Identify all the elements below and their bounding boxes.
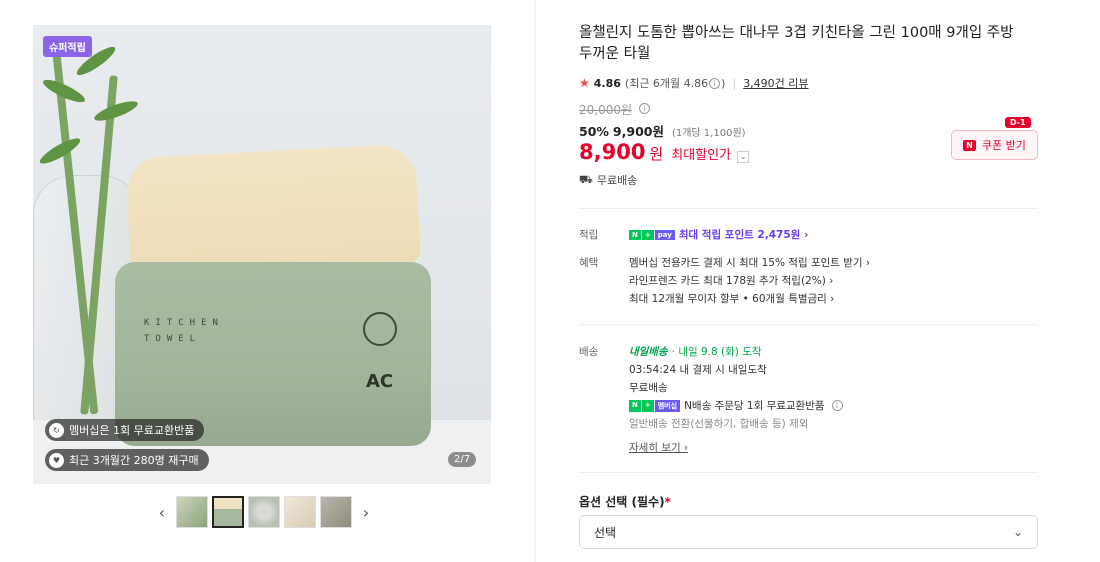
thumbnail[interactable] <box>320 496 352 528</box>
final-price-label[interactable]: 최대할인가 <box>671 144 731 163</box>
original-price-text: 20,000원 <box>579 103 633 117</box>
final-price: 8,900 <box>579 140 646 164</box>
points-row[interactable]: N + pay 최대 적립 포인트 2,475원 › <box>629 227 808 242</box>
chevron-down-icon: ⌄ <box>1012 525 1023 539</box>
n-exchange-row: N + 멤버십 N배송 주문당 1회 무료교환반품 i <box>629 398 843 413</box>
shipping-fee-text: 무료배송 <box>629 382 668 394</box>
shipping-eta-row: 내일배송 · 내일 9.8 (화) 도착 <box>629 344 762 359</box>
bamboo-leaf <box>92 97 140 125</box>
free-shipping-text: 무료배송 <box>596 174 638 187</box>
exchange-icon: ↻ <box>49 422 64 438</box>
image-counter: 2/7 <box>448 452 477 467</box>
perks-label: 혜택 <box>579 257 599 269</box>
perk-row-3[interactable]: 최대 12개월 무이자 할부 • 60개월 특별금리 › <box>629 291 834 306</box>
max-points-link[interactable]: 최대 적립 포인트 2,475원 › <box>679 227 808 242</box>
exchange-pill-text: 멤버십은 1회 무료교환반품 <box>69 424 195 437</box>
discount-rate: 50% <box>579 124 609 139</box>
free-shipping-summary: ⛟ 무료배송 <box>579 172 637 188</box>
star-icon: ★ <box>579 76 590 90</box>
product-title: 올챌린지 도톰한 뽑아쓰는 대나무 3겹 키친타올 그린 100매 9개입 주방… <box>579 25 1014 62</box>
thumbnail[interactable] <box>284 496 316 528</box>
repurchase-icon: ♥ <box>49 452 64 468</box>
sale-price-row: 50% 9,900원 (1개당 1,100원) <box>579 121 746 140</box>
coupon-button[interactable]: N 쿠폰 받기 <box>951 130 1038 160</box>
naver-n-icon: N <box>963 139 976 151</box>
perk-3-text: 최대 12개월 무이자 할부 • 60개월 특별금리 › <box>629 293 835 305</box>
prev-arrow-icon[interactable]: ‹ <box>152 496 172 528</box>
repurchase-pill-text: 최근 3개월간 280명 재구매 <box>69 454 199 467</box>
exchange-pill: ↻ 멤버십은 1회 무료교환반품 <box>45 419 205 441</box>
rating-recent: (최근 6개월 4.86 <box>624 77 709 90</box>
info-icon[interactable]: i <box>831 400 843 411</box>
divider <box>579 208 1038 209</box>
points-label: 적립 <box>579 229 599 241</box>
shipping-label: 배송 <box>579 346 599 358</box>
repurchase-pill: ♥ 최근 3개월간 280명 재구매 <box>45 449 209 471</box>
info-icon[interactable]: i <box>709 77 721 89</box>
option-select[interactable]: 선택 ⌄ <box>579 515 1038 549</box>
more-details-link[interactable]: 자세히 보기 › <box>629 440 688 455</box>
shipping-more[interactable]: 자세히 보기 › <box>629 440 688 455</box>
thumbnail[interactable] <box>248 496 280 528</box>
thumbnail-video[interactable] <box>176 496 208 528</box>
rating-value: 4.86 <box>593 76 621 90</box>
normal-shipping-note: 일반배송 전환(선물하기, 합배송 등) 제외 <box>629 416 808 431</box>
shipping-countdown: 03:54:24 내 결제 시 내일도착 <box>629 362 767 377</box>
truck-icon: ⛟ <box>579 172 593 186</box>
brand-logo: AC <box>366 371 394 392</box>
n-exchange-text: N배송 주문당 1회 무료교환반품 <box>684 400 825 412</box>
perk-row-2[interactable]: 라인프렌즈 카드 최대 178원 추가 적립(2%) › <box>629 273 833 288</box>
price-info-icon[interactable]: i <box>639 103 650 114</box>
rating-row: ★ 4.86 (최근 6개월 4.86 i ) | 3,490건 리뷰 <box>579 75 809 91</box>
original-price: 20,000원 <box>579 101 632 118</box>
chevron-down-icon[interactable]: ⌄ <box>737 150 750 163</box>
product-main-image[interactable]: KITCHEN TOWEL AC <box>33 25 491 484</box>
perk-row-1[interactable]: 멤버십 전용카드 결제 시 최대 15% 적립 포인트 받기 › <box>629 255 870 270</box>
divider <box>579 472 1038 473</box>
box-print-line1: KITCHEN <box>144 318 224 328</box>
thumbnail[interactable] <box>212 496 244 528</box>
next-arrow-icon[interactable]: › <box>356 496 376 528</box>
npay-plus-icon: N + pay <box>629 229 675 240</box>
divider <box>579 324 1038 325</box>
divider: | <box>732 76 737 90</box>
option-label-text: 옵션 선택 (필수) <box>579 495 665 509</box>
bamboo-leaf <box>37 134 83 168</box>
panel-divider <box>535 0 536 562</box>
coupon-dday-badge: D-1 <box>1005 117 1031 128</box>
option-label: 옵션 선택 (필수)* <box>579 493 671 510</box>
coupon-label: 쿠폰 받기 <box>981 139 1026 152</box>
perk-1-text: 멤버십 전용카드 결제 시 최대 15% 적립 포인트 받기 › <box>629 257 871 269</box>
shipping-countdown-text: 03:54:24 내 결제 시 내일도착 <box>629 364 767 376</box>
product-page: KITCHEN TOWEL AC 슈퍼적립 ↻ 멤버십은 1회 무료교환반품 ♥… <box>0 0 1100 562</box>
final-currency: 원 <box>649 145 664 163</box>
shipping-eta: · 내일 9.8 (화) 도착 <box>671 346 762 358</box>
rating-recent-close: ) <box>721 76 726 90</box>
perk-2-text: 라인프렌즈 카드 최대 178원 추가 적립(2%) › <box>629 275 834 287</box>
sale-price: 9,900원 <box>612 124 664 139</box>
review-link[interactable]: 3,490건 리뷰 <box>743 75 808 91</box>
super-points-badge: 슈퍼적립 <box>43 36 92 57</box>
required-mark: * <box>664 495 671 509</box>
npay-membership-icon: N + 멤버십 <box>629 399 681 412</box>
box-print-line2: TOWEL <box>144 334 202 344</box>
final-price-row: 8,900 원 최대할인가 ⌄ <box>579 140 750 164</box>
thumbnail-strip: ‹ › <box>152 496 376 528</box>
tissue-illustration <box>125 143 421 279</box>
tomorrow-delivery-badge: 내일배송 <box>629 346 668 358</box>
box-print: KITCHEN TOWEL <box>144 315 224 347</box>
normal-shipping-text: 일반배송 전환(선물하기, 합배송 등) 제외 <box>629 418 809 430</box>
bamboo-badge-icon <box>363 312 397 346</box>
option-select-value: 선택 <box>594 525 617 540</box>
per-unit-price: (1개당 1,100원) <box>671 128 746 139</box>
shipping-fee: 무료배송 <box>629 380 668 395</box>
